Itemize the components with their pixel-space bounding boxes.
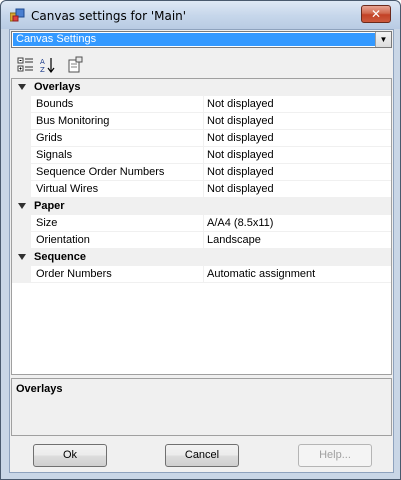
property-value[interactable]: Not displayed — [204, 96, 391, 113]
property-value[interactable]: Automatic assignment — [204, 266, 391, 283]
property-row-sequence-order-numbers[interactable]: Sequence Order Numbers Not displayed — [12, 164, 391, 181]
property-row-virtual-wires[interactable]: Virtual Wires Not displayed — [12, 181, 391, 198]
property-pages-icon — [68, 56, 83, 73]
dialog-window: Canvas settings for 'Main' ✕ Canvas Sett… — [0, 0, 401, 480]
property-row-bounds[interactable]: Bounds Not displayed — [12, 96, 391, 113]
property-row-bus-monitoring[interactable]: Bus Monitoring Not displayed — [12, 113, 391, 130]
alphabetical-view-button[interactable]: A Z — [38, 56, 58, 74]
svg-text:Z: Z — [40, 66, 45, 74]
property-row-grids[interactable]: Grids Not displayed — [12, 130, 391, 147]
collapse-triangle-icon[interactable] — [18, 254, 26, 260]
title-bar[interactable]: Canvas settings for 'Main' ✕ — [1, 1, 400, 29]
category-row-sequence[interactable]: Sequence — [12, 249, 391, 266]
object-selector-dropdown[interactable]: Canvas Settings ▼ — [11, 31, 392, 48]
property-description-panel: Overlays — [11, 378, 392, 436]
collapse-triangle-icon[interactable] — [18, 203, 26, 209]
description-title: Overlays — [16, 383, 63, 395]
object-selector-value: Canvas Settings — [13, 33, 375, 46]
svg-text:A: A — [40, 58, 45, 66]
property-value[interactable]: Landscape — [204, 232, 391, 249]
property-row-signals[interactable]: Signals Not displayed — [12, 147, 391, 164]
property-name: Signals — [31, 147, 204, 164]
property-value[interactable]: Not displayed — [204, 113, 391, 130]
property-value[interactable]: Not displayed — [204, 147, 391, 164]
property-name: Size — [31, 215, 204, 232]
help-button[interactable]: Help... — [298, 444, 372, 467]
category-label: Sequence — [34, 251, 86, 263]
property-name: Virtual Wires — [31, 181, 204, 198]
category-row-overlays[interactable]: Overlays — [12, 79, 391, 96]
property-value[interactable]: A/A4 (8.5x11) — [204, 215, 391, 232]
property-name: Bounds — [31, 96, 204, 113]
property-value[interactable]: Not displayed — [204, 181, 391, 198]
property-name: Bus Monitoring — [31, 113, 204, 130]
window-title: Canvas settings for 'Main' — [31, 9, 187, 23]
category-label: Paper — [34, 200, 65, 212]
dialog-client-area: Canvas Settings ▼ A Z Overlays Bounds No… — [9, 29, 394, 473]
categorized-view-button[interactable] — [16, 56, 36, 74]
property-pages-button[interactable] — [65, 56, 85, 74]
property-name: Sequence Order Numbers — [31, 164, 204, 181]
cancel-button[interactable]: Cancel — [165, 444, 239, 467]
property-name: Order Numbers — [31, 266, 204, 283]
sort-az-icon: A Z — [40, 58, 55, 74]
property-row-order-numbers[interactable]: Order Numbers Automatic assignment — [12, 266, 391, 283]
property-name: Orientation — [31, 232, 204, 249]
chevron-down-icon[interactable]: ▼ — [375, 32, 391, 47]
categorized-icon — [17, 57, 33, 72]
ok-button[interactable]: Ok — [33, 444, 107, 467]
property-value[interactable]: Not displayed — [204, 130, 391, 147]
close-icon: ✕ — [370, 7, 382, 21]
property-grid: Overlays Bounds Not displayed Bus Monito… — [11, 78, 392, 375]
property-row-orientation[interactable]: Orientation Landscape — [12, 232, 391, 249]
close-button[interactable]: ✕ — [361, 5, 391, 23]
app-grid-icon — [10, 8, 25, 22]
property-grid-toolbar: A Z — [13, 54, 393, 76]
category-label: Overlays — [34, 81, 81, 93]
category-row-paper[interactable]: Paper — [12, 198, 391, 215]
property-name: Grids — [31, 130, 204, 147]
property-value[interactable]: Not displayed — [204, 164, 391, 181]
property-row-size[interactable]: Size A/A4 (8.5x11) — [12, 215, 391, 232]
collapse-triangle-icon[interactable] — [18, 84, 26, 90]
